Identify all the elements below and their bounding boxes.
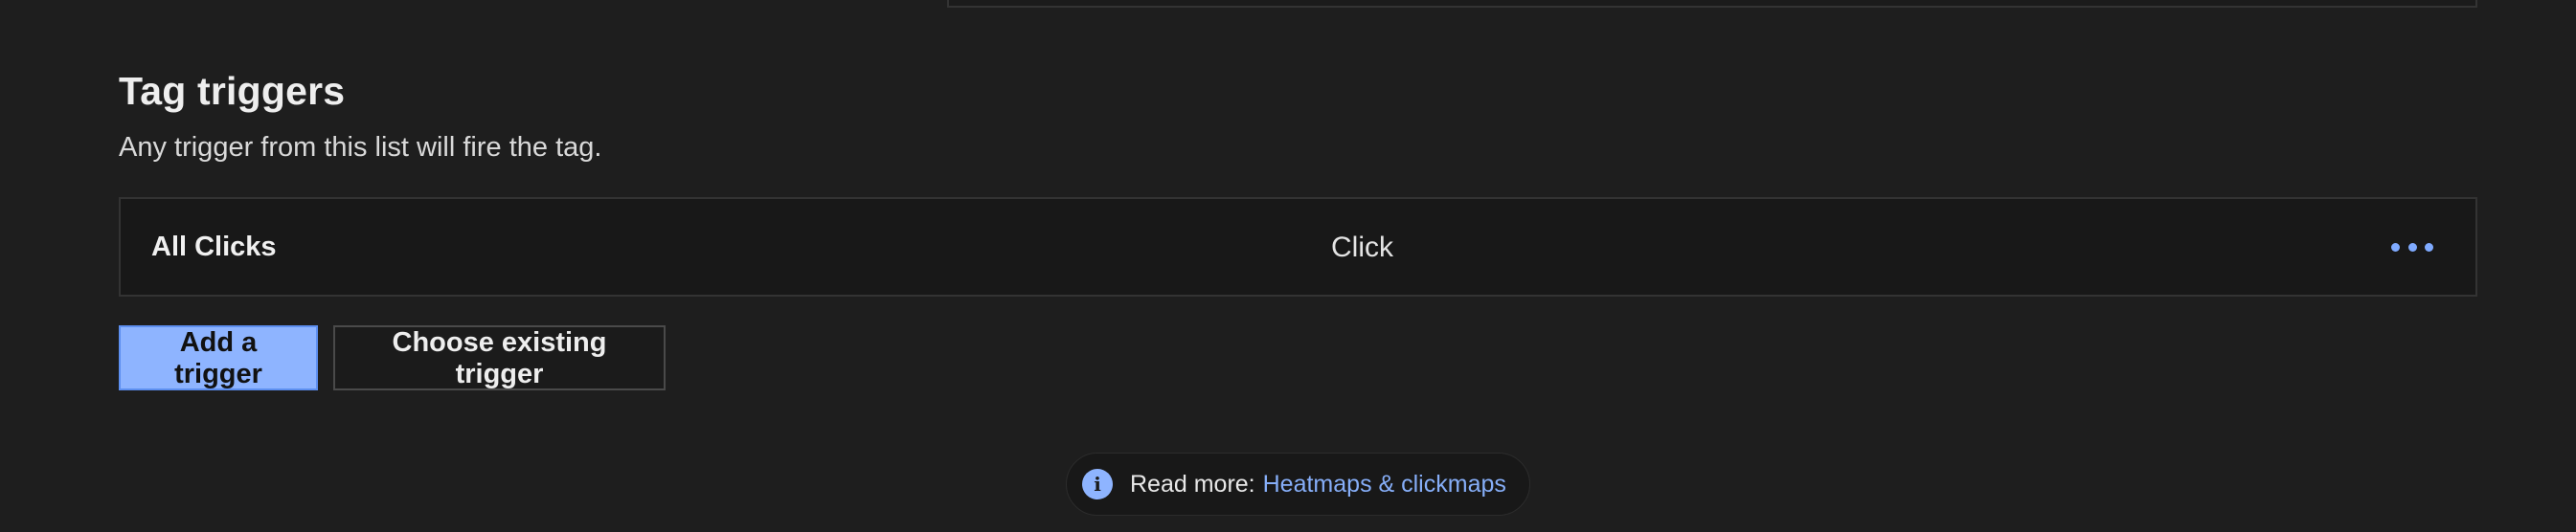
read-more-banner: i Read more: Heatmaps & clickmaps — [1066, 453, 1530, 516]
trigger-row[interactable]: All Clicks Click — [119, 197, 2477, 297]
section-description: Any trigger from this list will fire the… — [119, 132, 602, 163]
more-dot — [2425, 242, 2433, 252]
section-title: Tag triggers — [119, 69, 346, 113]
more-dot — [2391, 242, 2400, 252]
read-more-label: Read more: — [1130, 470, 1255, 498]
add-trigger-button[interactable]: Add a trigger — [119, 325, 318, 390]
trigger-name: All Clicks — [151, 232, 277, 262]
trigger-type: Click — [1331, 232, 1393, 263]
choose-existing-trigger-button[interactable]: Choose existing trigger — [333, 325, 666, 390]
heatmaps-clickmaps-link[interactable]: Heatmaps & clickmaps — [1263, 471, 1506, 499]
more-options-icon[interactable] — [2391, 233, 2433, 260]
previous-card-edge — [947, 0, 2477, 8]
more-dot — [2407, 242, 2417, 252]
info-icon: i — [1082, 469, 1113, 499]
page: Tag triggers Any trigger from this list … — [0, 0, 2576, 532]
